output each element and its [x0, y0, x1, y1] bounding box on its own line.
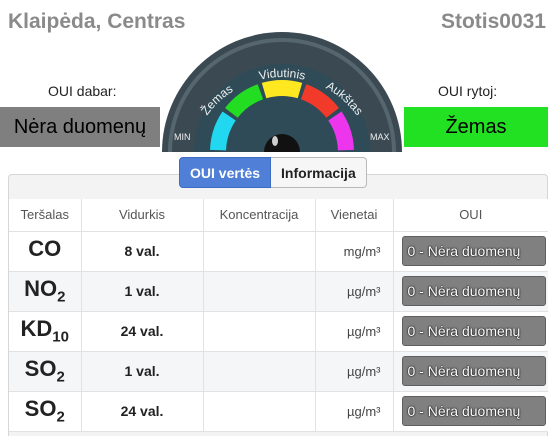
unit-cell: µg/m³ — [315, 271, 394, 312]
tab-bar: OUI vertės Informacija — [179, 157, 367, 188]
pollutant-subscript: 2 — [56, 408, 65, 426]
pollutant-name: KD — [20, 316, 53, 342]
pollutant-table: Teršalas Vidurkis Koncentracija Vienetai… — [9, 199, 548, 432]
pollutant-name: SO — [24, 356, 57, 382]
oui-cell: 0 - Nėra duomenų — [393, 271, 548, 312]
oui-cell: 0 - Nėra duomenų — [393, 351, 548, 392]
oui-now-value: Nėra duomenų — [0, 107, 160, 147]
oui-badge: 0 - Nėra duomenų — [401, 236, 546, 266]
oui-tomorrow-label: OUI rytoj: — [438, 83, 498, 99]
concentration-cell — [203, 391, 316, 432]
gauge-segment — [261, 80, 303, 99]
oui-badge: 0 - Nėra duomenų — [401, 276, 546, 306]
oui-tomorrow-value: Žemas — [404, 107, 548, 147]
table-row: NO2 1 val. µg/m³ 0 - Nėra duomenų — [9, 271, 548, 312]
concentration-cell — [203, 351, 316, 392]
average-cell: 24 val. — [81, 391, 204, 432]
table-row: SO2 1 val. µg/m³ 0 - Nėra duomenų — [9, 351, 548, 392]
concentration-cell — [203, 311, 316, 352]
unit-cell: µg/m³ — [315, 391, 394, 432]
pollutant-name: NO — [24, 276, 58, 302]
tab-oui-values[interactable]: OUI vertės — [179, 157, 272, 188]
pollutant-cell: NO2 — [9, 271, 82, 312]
average-cell: 8 val. — [81, 231, 204, 272]
pollutant-subscript: 2 — [57, 288, 66, 306]
col-concentration: Koncentracija — [203, 199, 316, 232]
aqi-gauge: Žemas Vidutinis Aukštas MIN MAX — [162, 32, 402, 152]
average-cell: 1 val. — [81, 351, 204, 392]
pollutant-subscript: 10 — [52, 328, 69, 346]
table-row: KD10 24 val. µg/m³ 0 - Nėra duomenų — [9, 311, 548, 352]
table-row: SO2 24 val. µg/m³ 0 - Nėra duomenų — [9, 391, 548, 432]
table-row: CO 8 val. mg/m³ 0 - Nėra duomenų — [9, 231, 548, 272]
unit-cell: µg/m³ — [315, 351, 394, 392]
col-oui: OUI — [393, 199, 548, 232]
gauge-max-label: MAX — [370, 132, 390, 142]
pollutant-cell: SO2 — [9, 351, 82, 392]
col-pollutant: Teršalas — [9, 199, 82, 232]
col-average: Vidurkis — [81, 199, 204, 232]
oui-badge: 0 - Nėra duomenų — [401, 396, 546, 426]
unit-cell: µg/m³ — [315, 311, 394, 352]
tab-information[interactable]: Informacija — [271, 157, 367, 188]
pollutant-name: SO — [24, 396, 57, 422]
header: Klaipėda, Centras Stotis0031 OUI dabar: … — [0, 0, 548, 152]
oui-cell: 0 - Nėra duomenų — [393, 231, 548, 272]
pollutant-cell: CO — [9, 231, 82, 272]
oui-badge: 0 - Nėra duomenų — [401, 356, 546, 386]
pollutant-name: CO — [28, 236, 62, 262]
oui-cell: 0 - Nėra duomenų — [393, 311, 548, 352]
gauge-min-label: MIN — [174, 132, 191, 142]
pollutant-subscript: 2 — [56, 368, 65, 386]
oui-now-label: OUI dabar: — [48, 83, 117, 99]
oui-cell: 0 - Nėra duomenų — [393, 391, 548, 432]
pollutant-cell: SO2 — [9, 391, 82, 432]
unit-cell: mg/m³ — [315, 231, 394, 272]
average-cell: 1 val. — [81, 271, 204, 312]
col-unit: Vienetai — [315, 199, 394, 232]
oui-badge: 0 - Nėra duomenų — [401, 316, 546, 346]
location-title: Klaipėda, Centras — [8, 10, 186, 33]
average-cell: 24 val. — [81, 311, 204, 352]
concentration-cell — [203, 271, 316, 312]
station-id: Stotis0031 — [440, 10, 546, 33]
pollutant-cell: KD10 — [9, 311, 82, 352]
concentration-cell — [203, 231, 316, 272]
